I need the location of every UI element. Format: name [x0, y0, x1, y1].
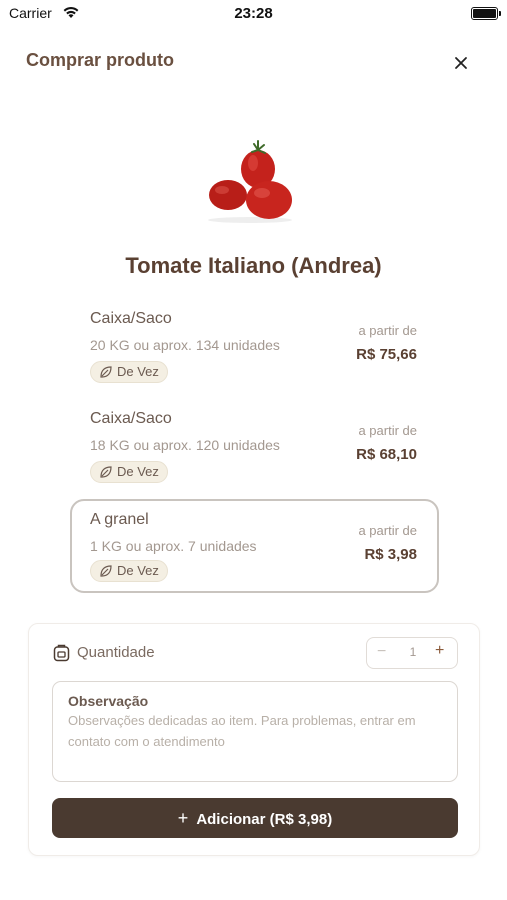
plus-icon: + — [177, 808, 189, 828]
option-description: 1 KG ou aprox. 7 unidades — [90, 538, 257, 554]
packaging-option[interactable]: Caixa/Saco 18 KG ou aprox. 120 unidades … — [70, 400, 439, 494]
ripeness-tag-label: De Vez — [117, 563, 159, 578]
option-price: R$ 3,98 — [364, 546, 417, 563]
option-description: 18 KG ou aprox. 120 unidades — [90, 437, 280, 453]
package-icon — [53, 644, 70, 662]
close-button[interactable] — [448, 50, 474, 76]
ripeness-tag-label: De Vez — [117, 464, 159, 479]
ripeness-tag: De Vez — [90, 361, 168, 383]
price-from-label: a partir de — [358, 423, 417, 438]
observation-title: Observação — [68, 693, 149, 709]
option-type: A granel — [90, 511, 149, 528]
product-image — [208, 140, 292, 223]
increment-button[interactable]: + — [435, 642, 444, 660]
page-title: Comprar produto — [26, 50, 174, 70]
option-price: R$ 75,66 — [356, 346, 417, 363]
quantity-label: Quantidade — [77, 644, 155, 661]
battery-icon — [471, 7, 501, 20]
option-type: Caixa/Saco — [90, 410, 172, 427]
close-icon — [455, 57, 467, 69]
ripeness-tag-label: De Vez — [117, 364, 159, 379]
observation-placeholder: Observações dedicadas ao item. Para prob… — [68, 713, 416, 749]
option-price: R$ 68,10 — [356, 446, 417, 463]
ripeness-tag: De Vez — [90, 560, 168, 582]
product-name: Tomate Italiano (Andrea) — [125, 253, 382, 278]
add-button-label: Adicionar (R$ 3,98) — [196, 811, 333, 828]
packaging-option[interactable]: Caixa/Saco 20 KG ou aprox. 134 unidades … — [70, 300, 439, 394]
buy-product-screen: Carrier 23:28 Comprar produto Tomate Ita… — [0, 0, 507, 900]
leaf-icon — [100, 366, 112, 378]
status-bar: Carrier 23:28 — [0, 0, 507, 28]
price-from-label: a partir de — [358, 323, 417, 338]
option-description: 20 KG ou aprox. 134 unidades — [90, 337, 280, 353]
clock: 23:28 — [234, 5, 273, 22]
quantity-value[interactable]: 1 — [407, 645, 419, 659]
observation-field[interactable]: Observação Observações dedicadas ao item… — [52, 681, 458, 782]
leaf-icon — [100, 466, 112, 478]
ripeness-tag: De Vez — [90, 461, 168, 483]
quantity-stepper[interactable]: − 1 + — [366, 637, 458, 669]
decrement-button[interactable]: − — [377, 643, 386, 661]
add-to-cart-button[interactable]: + Adicionar (R$ 3,98) — [52, 798, 458, 838]
option-type: Caixa/Saco — [90, 310, 172, 327]
packaging-option-selected[interactable]: A granel 1 KG ou aprox. 7 unidades De Ve… — [70, 499, 439, 593]
leaf-icon — [100, 565, 112, 577]
order-card: Quantidade − 1 + Observação Observações … — [28, 623, 480, 856]
price-from-label: a partir de — [358, 523, 417, 538]
